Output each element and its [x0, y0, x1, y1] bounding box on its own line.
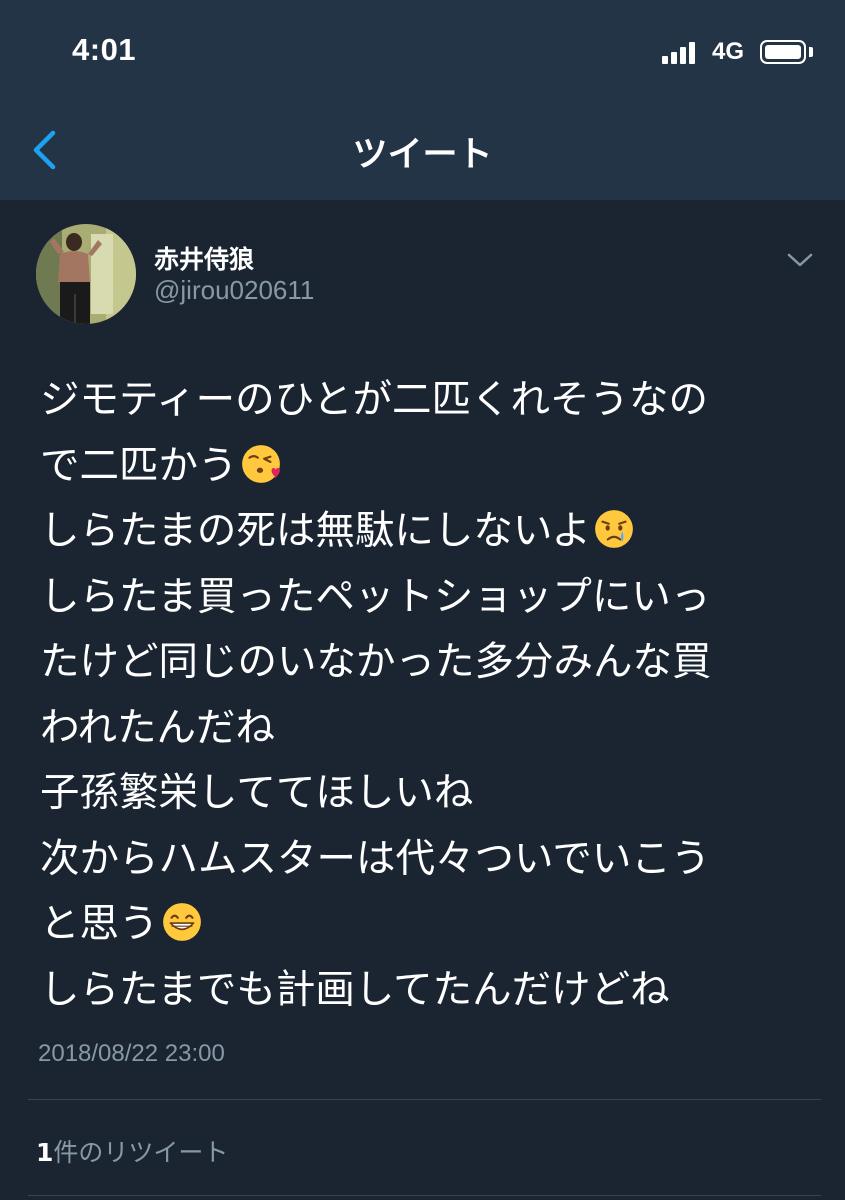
display-name[interactable]: 赤井侍狼 [154, 240, 254, 276]
tweet-line: しらたま買ったペットショップにいっ [40, 565, 830, 631]
signal-strength-icon [662, 42, 702, 64]
battery-tip [809, 47, 813, 57]
tweet-menu-button[interactable] [785, 250, 815, 270]
tweet-line: 次からハムスターは代々ついでいこう [40, 827, 830, 893]
tweet-line-text: ジモティーのひとが二匹くれそうなの [40, 377, 708, 423]
avatar[interactable] [36, 224, 136, 324]
tweet-line: と思う [40, 892, 830, 958]
crying-face-emoji [595, 510, 633, 548]
profile-photo [36, 224, 136, 324]
network-type: 4G [712, 38, 745, 65]
page-title: ツイート [352, 135, 493, 175]
tweet-line-text: しらたまでも計画してたんだけどね [40, 966, 670, 1013]
tweet-line: 子孫繁栄しててほしいね [40, 761, 830, 827]
retweet-label: 件のリツイート [53, 1138, 229, 1167]
retweet-count: 1 [36, 1138, 54, 1167]
tweet-line-text: われたんだね [40, 704, 276, 751]
tweet-line: たけど同じのいなかった多分みんな買 [40, 630, 830, 696]
user-handle[interactable]: @jirou020611 [154, 275, 314, 306]
tweet-line-text: で二匹かう [40, 442, 238, 489]
status-bar: 4:01 4G [0, 0, 845, 100]
kissing-heart-emoji [241, 444, 280, 483]
divider [28, 1195, 821, 1196]
grinning-face-emoji [162, 903, 201, 941]
tweet-line: しらたまの死は無駄にしないよ [40, 499, 830, 565]
tweet-line: われたんだね [40, 696, 830, 762]
top-bar: 4:01 4G ツイート [0, 0, 845, 200]
tweet-line-text: 子孫繁栄しててほしいね [40, 770, 474, 816]
divider [28, 1099, 821, 1100]
tweet-text: ジモティーのひとが二匹くれそうなの で二匹かう しらたまの死は無駄にしないよ し… [40, 368, 830, 1023]
tweet-line: で二匹かう [40, 434, 830, 500]
status-time: 4:01 [72, 32, 137, 67]
tweet-detail: 赤井侍狼 @jirou020611 ジモティーのひとが二匹くれそうなの で二匹か… [0, 200, 845, 1200]
tweet-timestamp: 2018/08/22 23:00 [38, 1040, 225, 1067]
tweet-line-text: しらたま買ったペットショップにいっ [40, 573, 711, 620]
retweet-count-link[interactable]: 1件のリツイート [36, 1133, 228, 1169]
tweet-line: しらたまでも計画してたんだけどね [40, 958, 830, 1024]
battery-icon [760, 40, 806, 64]
tweet-line-text: しらたまの死は無駄にしないよ [40, 508, 592, 554]
tweet-line-text: たけど同じのいなかった多分みんな買 [40, 639, 712, 685]
tweet-line: ジモティーのひとが二匹くれそうなの [40, 368, 830, 434]
tweet-line-text: 次からハムスターは代々ついでいこう [40, 835, 711, 882]
tweet-line-text: と思う [40, 901, 159, 947]
chevron-down-icon [787, 253, 813, 267]
